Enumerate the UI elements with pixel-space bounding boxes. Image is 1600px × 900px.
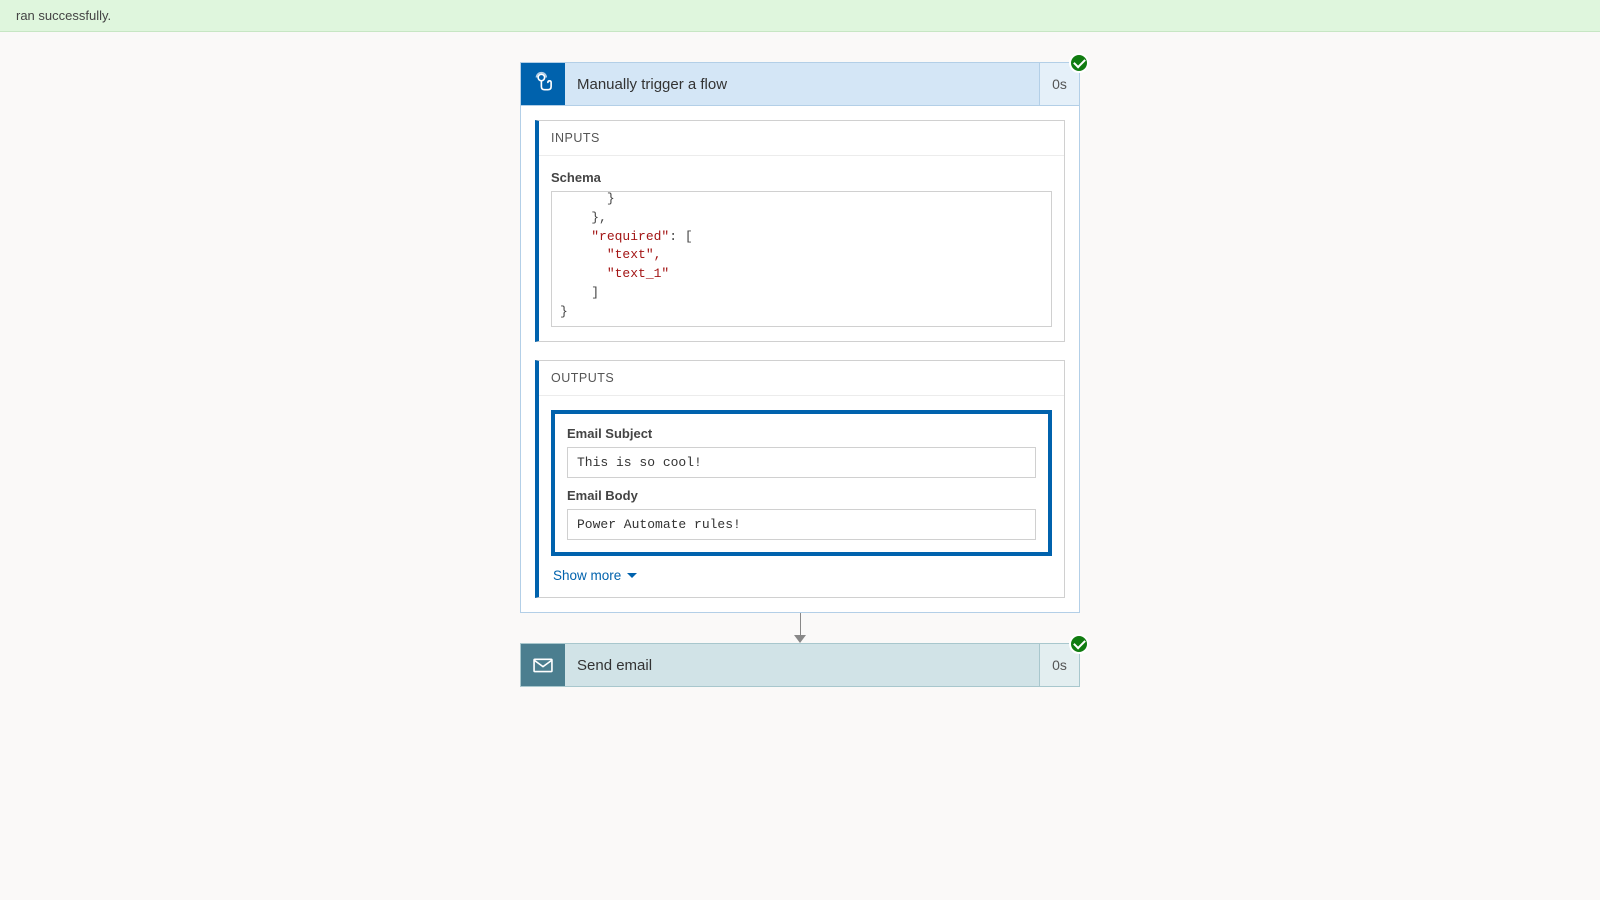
outputs-panel: OUTPUTS Email Subject This is so cool! E… bbox=[535, 360, 1065, 598]
schema-label: Schema bbox=[551, 170, 1052, 185]
arrow-down-icon bbox=[794, 635, 806, 643]
action-title: Send email bbox=[565, 644, 1039, 686]
action-card: Send email 0s bbox=[520, 643, 1080, 687]
trigger-title: Manually trigger a flow bbox=[565, 63, 1039, 105]
email-body-value[interactable]: Power Automate rules! bbox=[567, 509, 1036, 540]
show-more-link[interactable]: Show more bbox=[551, 568, 637, 583]
schema-code[interactable]: "x-ms-content-hint": "TEXT" } }, "requir… bbox=[551, 191, 1052, 327]
mail-icon bbox=[521, 644, 565, 686]
email-subject-value[interactable]: This is so cool! bbox=[567, 447, 1036, 478]
action-header[interactable]: Send email 0s bbox=[520, 643, 1080, 687]
inputs-panel: INPUTS Schema "x-ms-content-hint": "TEXT… bbox=[535, 120, 1065, 342]
flow-connector bbox=[799, 613, 801, 643]
outputs-panel-title: OUTPUTS bbox=[539, 361, 1064, 396]
trigger-body: INPUTS Schema "x-ms-content-hint": "TEXT… bbox=[520, 106, 1080, 613]
checkmark-icon bbox=[1069, 53, 1089, 73]
trigger-header[interactable]: Manually trigger a flow 0s bbox=[520, 62, 1080, 106]
flow-canvas: Manually trigger a flow 0s INPUTS Schema… bbox=[0, 32, 1600, 747]
success-banner: ran successfully. bbox=[0, 0, 1600, 32]
email-body-label: Email Body bbox=[567, 488, 1036, 503]
email-subject-label: Email Subject bbox=[567, 426, 1036, 441]
outputs-panel-content: Email Subject This is so cool! Email Bod… bbox=[539, 396, 1064, 597]
touch-icon bbox=[521, 63, 565, 105]
outputs-highlight: Email Subject This is so cool! Email Bod… bbox=[551, 410, 1052, 556]
checkmark-icon bbox=[1069, 634, 1089, 654]
success-message: ran successfully. bbox=[16, 8, 111, 23]
show-more-label: Show more bbox=[553, 568, 621, 583]
inputs-panel-title: INPUTS bbox=[539, 121, 1064, 156]
chevron-down-icon bbox=[627, 573, 637, 578]
trigger-card: Manually trigger a flow 0s INPUTS Schema… bbox=[520, 62, 1080, 613]
inputs-panel-content: Schema "x-ms-content-hint": "TEXT" } }, … bbox=[539, 156, 1064, 341]
